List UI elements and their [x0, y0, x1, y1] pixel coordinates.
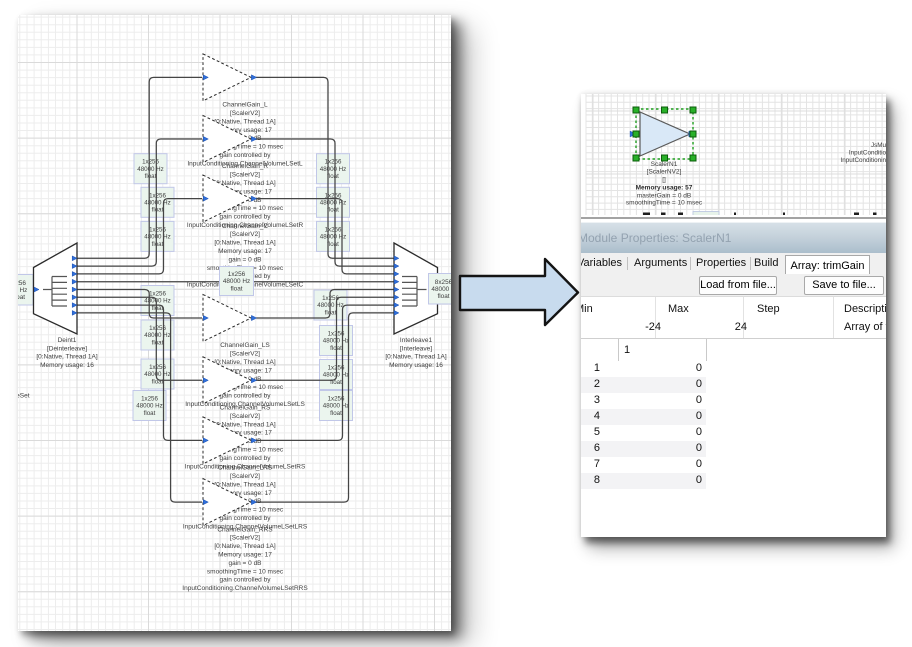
- svg-text:gain = 0 dB: gain = 0 dB: [228, 560, 261, 567]
- svg-text:48000 Hz: 48000 Hz: [144, 298, 171, 305]
- svg-text:[ScalerNV2]: [ScalerNV2]: [647, 168, 682, 175]
- svg-text:masterGain = 0 dB: masterGain = 0 dB: [637, 192, 691, 199]
- svg-text:gain = 0 dB: gain = 0 dB: [228, 256, 261, 263]
- svg-text:[0:Native, Thread 1A]: [0:Native, Thread 1A]: [214, 359, 275, 366]
- svg-text:ChannelGain_C: ChannelGain_C: [222, 223, 269, 230]
- svg-text:48000 Hz: 48000 Hz: [136, 403, 163, 410]
- svg-text:ChannelGain_LRS: ChannelGain_LRS: [218, 465, 273, 472]
- svg-text:float: float: [327, 173, 339, 180]
- svg-text:[]: []: [662, 176, 666, 183]
- svg-text:00 Hz: 00 Hz: [18, 287, 27, 294]
- svg-text:float: float: [152, 207, 164, 214]
- svg-text:48000 Hz: 48000 Hz: [320, 166, 347, 173]
- svg-text:Memory usage: 16: Memory usage: 16: [40, 362, 94, 369]
- svg-text:gain controlled by: gain controlled by: [220, 393, 272, 400]
- svg-text:1x256: 1x256: [325, 159, 342, 166]
- svg-text:gain controlled by: gain controlled by: [220, 214, 272, 221]
- svg-text:48000 Hz: 48000 Hz: [144, 332, 171, 339]
- svg-text:seSet: seSet: [18, 393, 30, 400]
- svg-text:ChannelGain_RRS: ChannelGain_RRS: [217, 526, 273, 533]
- svg-text:[Interleave]: [Interleave]: [400, 345, 432, 352]
- svg-text:[ScalerV2]: [ScalerV2]: [230, 231, 260, 238]
- svg-text:gain controlled by: gain controlled by: [220, 455, 272, 462]
- svg-text:gain controlled by: gain controlled by: [220, 152, 272, 159]
- svg-text:8x256: 8x256: [435, 279, 451, 286]
- svg-text:1x256: 1x256: [228, 271, 246, 278]
- svg-text:float: float: [152, 339, 164, 346]
- svg-text:[0:Native, Thread 1A]: [0:Native, Thread 1A]: [214, 118, 275, 125]
- svg-text:gain controlled by: gain controlled by: [220, 577, 272, 584]
- svg-text:ChannelGain_L: ChannelGain_L: [222, 102, 268, 109]
- svg-text:[0:Native, Thread 1A]: [0:Native, Thread 1A]: [385, 354, 446, 361]
- svg-text:Deint1: Deint1: [58, 337, 77, 344]
- svg-text:float: float: [325, 309, 337, 316]
- svg-text:Interleave1: Interleave1: [400, 337, 433, 344]
- svg-text:ScalerN1: ScalerN1: [651, 161, 678, 168]
- svg-text:1x256: 1x256: [141, 396, 158, 403]
- svg-text:[Deinterleave]: [Deinterleave]: [47, 345, 87, 352]
- svg-text:float: float: [144, 410, 156, 417]
- svg-text:InputConditionin: InputConditionin: [840, 157, 886, 164]
- svg-text:float: float: [18, 294, 25, 301]
- svg-text:[0:Native, Thread 1A]: [0:Native, Thread 1A]: [214, 240, 275, 247]
- svg-text:Memory usage: 17: Memory usage: 17: [218, 552, 272, 559]
- svg-text:48000 Hz: 48000 Hz: [223, 278, 250, 285]
- svg-text:float: float: [330, 410, 342, 417]
- svg-text:[0:Native, Thread 1A]: [0:Native, Thread 1A]: [214, 481, 275, 488]
- svg-text:[ScalerV2]: [ScalerV2]: [230, 172, 260, 179]
- svg-text:48000 Hz: 48000 Hz: [144, 371, 171, 378]
- svg-text:float: float: [327, 241, 339, 248]
- svg-text:Memory usage: 16: Memory usage: 16: [389, 362, 443, 369]
- svg-text:float: float: [230, 285, 242, 292]
- svg-text:[ScalerV2]: [ScalerV2]: [230, 413, 260, 420]
- svg-text:ChannelGain_R: ChannelGain_R: [222, 163, 269, 170]
- svg-text:48000 Hz: 48000 Hz: [144, 234, 171, 241]
- svg-text:x256: x256: [18, 280, 26, 287]
- svg-text:[0:Native, Thread 1A]: [0:Native, Thread 1A]: [214, 543, 275, 550]
- svg-text:48000 H: 48000 H: [431, 286, 451, 293]
- svg-text:Memory usage: 17: Memory usage: 17: [218, 248, 272, 255]
- svg-text:smoothingTime = 10 msec: smoothingTime = 10 msec: [626, 200, 703, 207]
- svg-text:[ScalerV2]: [ScalerV2]: [230, 535, 260, 542]
- svg-text:gain controlled by: gain controlled by: [220, 515, 272, 522]
- svg-text:InputConditioning.ChannelVolum: InputConditioning.ChannelVolumeLSetRRS: [182, 585, 308, 592]
- svg-text:[ScalerV2]: [ScalerV2]: [230, 473, 260, 480]
- svg-text:ChannelGain_RS: ChannelGain_RS: [220, 405, 271, 412]
- svg-text:48000 Hz: 48000 Hz: [323, 403, 350, 410]
- svg-text:1x256: 1x256: [149, 192, 166, 199]
- svg-text:1x256: 1x256: [325, 226, 342, 233]
- svg-text:float: float: [145, 173, 157, 180]
- svg-text:[0:Native, Thread 1A]: [0:Native, Thread 1A]: [36, 354, 97, 361]
- svg-text:JsMu: JsMu: [871, 142, 886, 149]
- svg-text:48000 Hz: 48000 Hz: [137, 166, 164, 173]
- svg-text:float: float: [327, 207, 339, 214]
- svg-text:ChannelGain_LS: ChannelGain_LS: [220, 342, 270, 349]
- svg-text:48000 Hz: 48000 Hz: [144, 200, 171, 207]
- svg-text:float: float: [152, 241, 164, 248]
- svg-text:InputConditio: InputConditio: [849, 149, 886, 156]
- svg-text:Memory usage: 57: Memory usage: 57: [636, 184, 693, 191]
- svg-text:1x256: 1x256: [149, 291, 166, 298]
- svg-text:float: float: [437, 293, 449, 300]
- svg-text:smoothingTime = 10 msec: smoothingTime = 10 msec: [207, 568, 284, 575]
- svg-text:[ScalerV2]: [ScalerV2]: [230, 110, 260, 117]
- svg-text:[ScalerV2]: [ScalerV2]: [230, 351, 260, 358]
